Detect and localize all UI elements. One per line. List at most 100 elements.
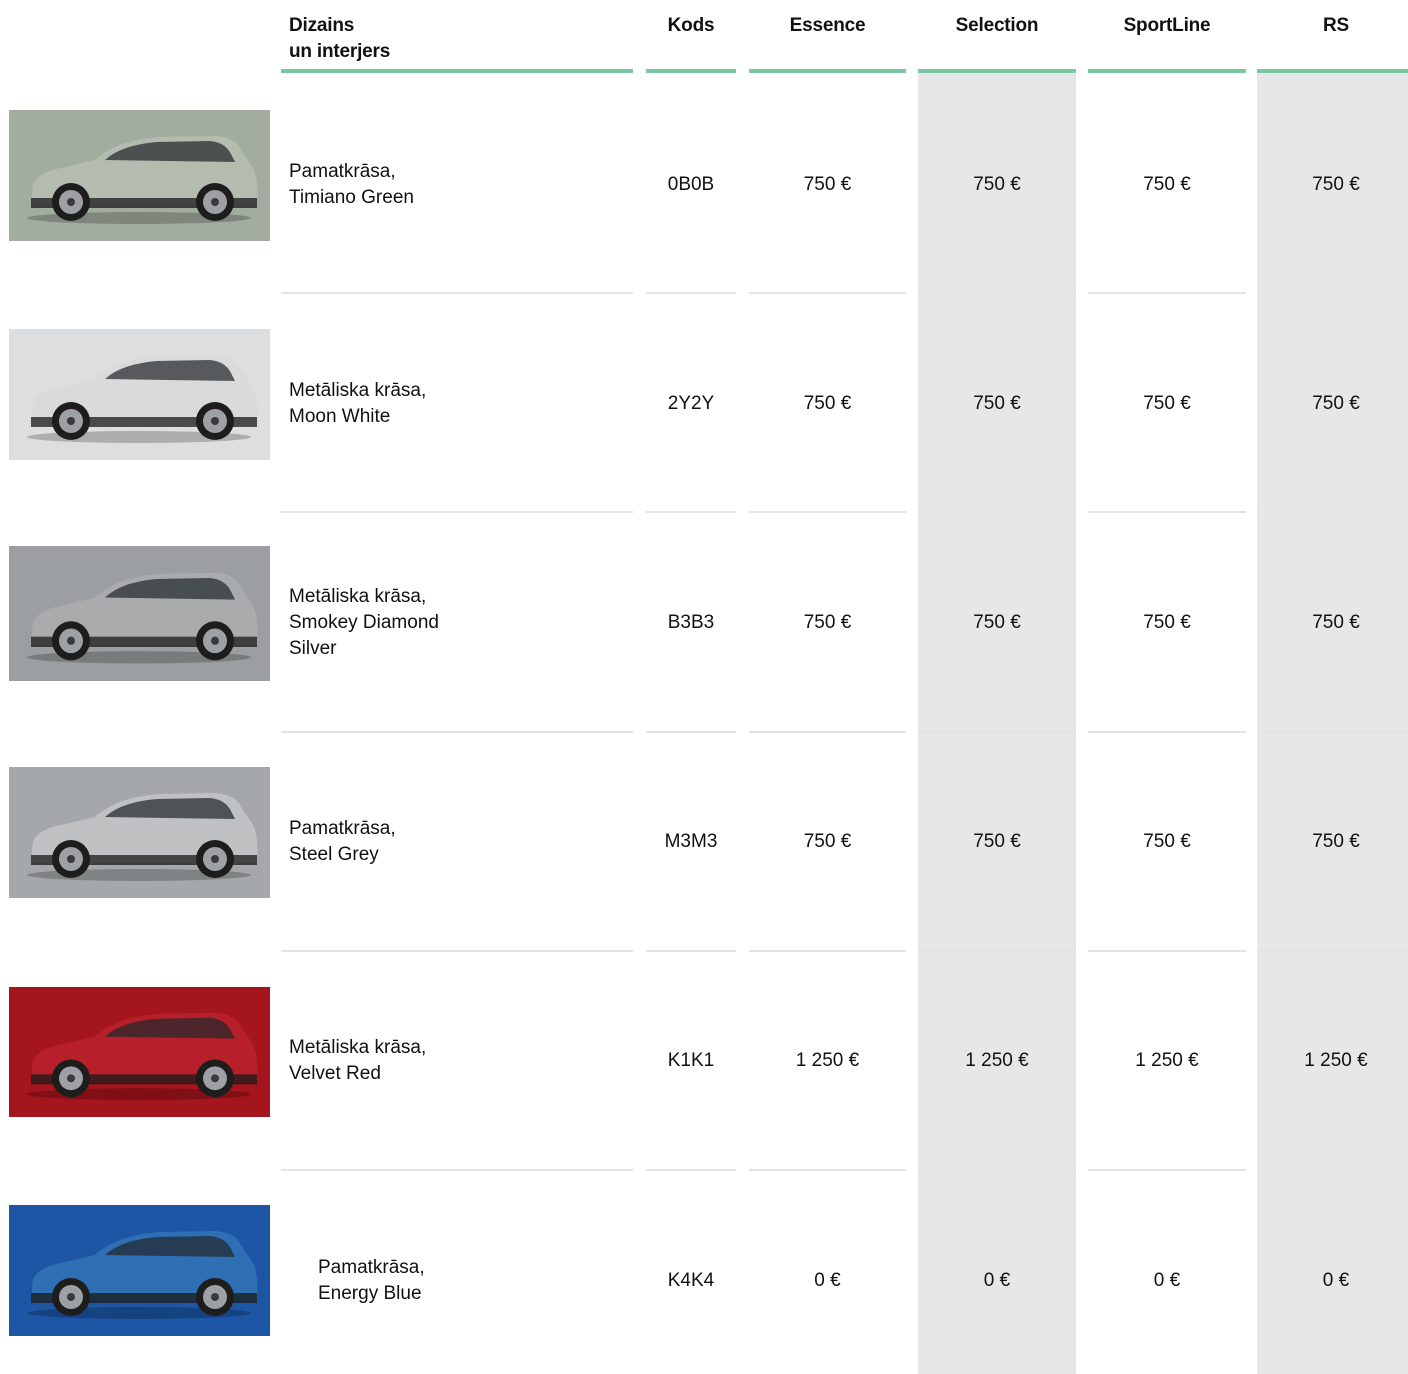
car-color-image bbox=[9, 110, 270, 241]
row-divider bbox=[646, 950, 736, 952]
row-divider bbox=[1257, 511, 1408, 513]
price-sportline: 1 250 € bbox=[1135, 1050, 1199, 1072]
design-name: Pamatkrāsa, Timiano Green bbox=[289, 159, 619, 211]
design-name: Metāliska krāsa, Velvet Red bbox=[289, 1035, 619, 1087]
design-name-line: Moon White bbox=[289, 405, 391, 427]
design-name: Metāliska krāsa, Moon White bbox=[289, 378, 619, 430]
car-color-image bbox=[9, 987, 270, 1117]
car-illustration bbox=[9, 110, 270, 241]
price-selection: 750 € bbox=[973, 173, 1021, 195]
price-rs: 750 € bbox=[1312, 831, 1360, 853]
price-sportline: 750 € bbox=[1143, 831, 1191, 853]
design-name-line: Metāliska krāsa, bbox=[289, 586, 427, 607]
color-code: K4K4 bbox=[667, 1269, 715, 1291]
price-sportline: 750 € bbox=[1143, 612, 1191, 633]
price-selection: 0 € bbox=[983, 1269, 1011, 1291]
header-sportline: SportLine bbox=[1123, 15, 1211, 36]
row-divider bbox=[1088, 731, 1246, 733]
row-divider bbox=[646, 292, 736, 294]
design-name-line: Pamatkrāsa, bbox=[289, 818, 396, 840]
car-illustration bbox=[9, 329, 270, 460]
row-divider bbox=[1257, 292, 1408, 294]
row-divider bbox=[1088, 950, 1246, 952]
color-code: 2Y2Y bbox=[667, 392, 715, 414]
design-name-line: Metāliska krāsa, bbox=[289, 1037, 427, 1059]
design-name-line: Silver bbox=[289, 638, 337, 659]
car-illustration bbox=[9, 767, 270, 898]
design-name-line: Pamatkrāsa, bbox=[318, 1256, 425, 1278]
design-name-line: Pamatkrāsa, bbox=[289, 160, 396, 182]
row-divider bbox=[918, 511, 1076, 513]
color-code: 0B0B bbox=[667, 173, 715, 195]
design-name-line: Steel Grey bbox=[289, 844, 379, 866]
price-essence: 1 250 € bbox=[795, 1050, 860, 1072]
header-code: Kods bbox=[667, 15, 715, 36]
row-divider bbox=[1088, 1169, 1246, 1171]
row-divider bbox=[646, 1169, 736, 1171]
row-divider bbox=[281, 731, 633, 733]
row-divider bbox=[1257, 1169, 1408, 1171]
price-sportline: 750 € bbox=[1143, 392, 1191, 414]
header-design-line2: un interjers bbox=[289, 41, 391, 62]
color-code: K1K1 bbox=[667, 1050, 715, 1072]
car-illustration bbox=[9, 546, 270, 681]
car-color-image bbox=[9, 767, 270, 898]
price-essence: 750 € bbox=[803, 612, 852, 633]
row-divider bbox=[281, 950, 633, 952]
header-accent-rs bbox=[1257, 69, 1408, 73]
price-selection: 750 € bbox=[973, 612, 1021, 633]
header-essence: Essence bbox=[789, 15, 866, 36]
header-design-line1: Dizains bbox=[289, 15, 355, 36]
header-rs: RS bbox=[1323, 15, 1349, 36]
design-name-line: Smokey Diamond bbox=[289, 612, 439, 633]
design-name: Pamatkrāsa, Steel Grey bbox=[289, 816, 619, 868]
price-sportline: 0 € bbox=[1153, 1269, 1181, 1291]
price-rs: 1 250 € bbox=[1304, 1050, 1368, 1072]
row-divider bbox=[1088, 511, 1246, 513]
design-name-line: Energy Blue bbox=[318, 1282, 422, 1304]
design-name: Pamatkrāsa, Energy Blue bbox=[318, 1255, 648, 1307]
price-essence: 750 € bbox=[803, 392, 852, 414]
row-divider bbox=[749, 511, 906, 513]
price-selection: 750 € bbox=[973, 831, 1021, 853]
header-accent-essence bbox=[749, 69, 906, 73]
design-name-line: Metāliska krāsa, bbox=[289, 379, 427, 401]
row-divider bbox=[281, 1169, 633, 1171]
price-essence: 750 € bbox=[803, 173, 852, 195]
price-essence: 750 € bbox=[803, 831, 852, 853]
price-rs: 750 € bbox=[1312, 392, 1360, 414]
header-accent-sportline bbox=[1088, 69, 1246, 73]
row-divider bbox=[918, 1169, 1076, 1171]
car-illustration bbox=[9, 1205, 270, 1336]
row-divider bbox=[1257, 731, 1408, 733]
row-divider bbox=[918, 950, 1076, 952]
price-essence: 0 € bbox=[814, 1269, 841, 1291]
header-accent-code bbox=[646, 69, 736, 73]
row-divider bbox=[646, 511, 736, 513]
color-code: B3B3 bbox=[667, 612, 715, 633]
car-color-image bbox=[9, 329, 270, 460]
price-rs: 0 € bbox=[1322, 1269, 1350, 1291]
car-color-image bbox=[9, 1205, 270, 1336]
rs-column-background bbox=[1257, 73, 1408, 1374]
header-design: Dizains un interjers bbox=[289, 13, 390, 65]
design-name: Metāliska krāsa, Smokey Diamond Silver bbox=[289, 584, 619, 662]
row-divider bbox=[1088, 292, 1246, 294]
row-divider bbox=[1257, 950, 1408, 952]
price-rs: 750 € bbox=[1312, 612, 1360, 633]
car-illustration bbox=[9, 987, 270, 1117]
row-divider bbox=[749, 731, 906, 733]
selection-column-background bbox=[918, 73, 1076, 1374]
color-code: M3M3 bbox=[664, 831, 718, 853]
header-accent-selection bbox=[918, 69, 1076, 73]
row-divider bbox=[749, 1169, 906, 1171]
row-divider bbox=[918, 731, 1076, 733]
row-divider bbox=[646, 731, 736, 733]
header-accent-design bbox=[281, 69, 633, 73]
row-divider bbox=[749, 950, 906, 952]
design-name-line: Timiano Green bbox=[289, 186, 414, 208]
row-divider bbox=[281, 511, 633, 513]
row-divider bbox=[281, 292, 633, 294]
price-sportline: 750 € bbox=[1143, 173, 1191, 195]
car-color-image bbox=[9, 546, 270, 681]
